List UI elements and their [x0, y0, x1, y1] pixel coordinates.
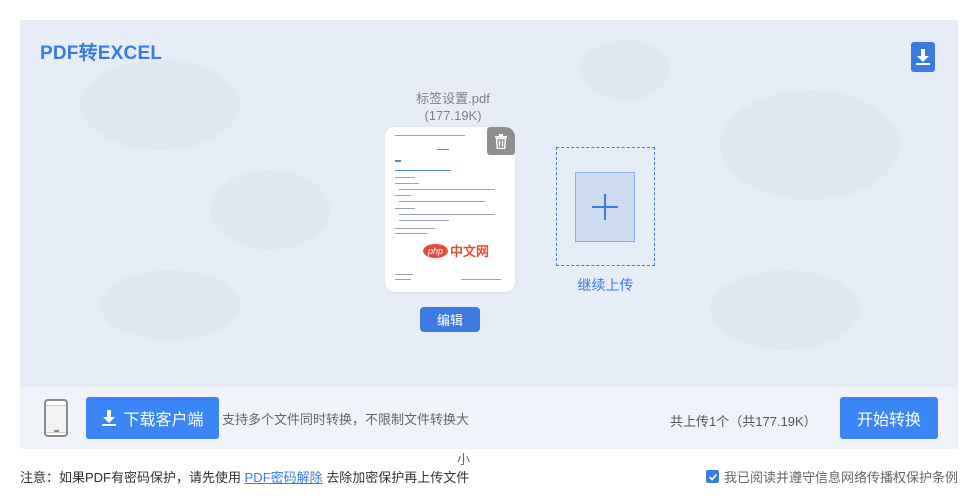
- notice-prefix: 注意：如果PDF有密码保护，请先使用: [20, 470, 242, 485]
- start-convert-button[interactable]: 开始转换: [840, 397, 938, 439]
- file-size: (177.19K): [424, 108, 482, 123]
- download-icon[interactable]: [911, 42, 935, 72]
- upload-panel: PDF转EXCEL 标签设置.pdf (177.19K) php 中文网 编辑: [20, 20, 958, 387]
- mobile-phone-icon: [44, 399, 68, 437]
- page-title: PDF转EXCEL: [40, 43, 163, 64]
- watermark-logo: php 中文网: [423, 241, 489, 260]
- checkmark-icon: [708, 473, 717, 481]
- add-more-upload-box[interactable]: [556, 147, 655, 266]
- agreement-text: 我已阅读并遵守信息网络传播权保护条例: [724, 470, 959, 485]
- download-icon: [102, 410, 117, 426]
- background-texture: [80, 60, 240, 150]
- background-texture: [720, 90, 900, 200]
- file-info: 标签设置.pdf (177.19K): [385, 90, 521, 124]
- background-texture: [210, 170, 330, 250]
- download-client-button[interactable]: 下载客户端: [86, 397, 219, 439]
- support-text-wrap: 小: [457, 452, 471, 467]
- password-notice: 注意：如果PDF有密码保护，请先使用 PDF密码解除 去除加密保护再上传文件: [20, 467, 469, 486]
- add-more-label[interactable]: 继续上传: [556, 275, 655, 295]
- trash-icon: [495, 133, 507, 149]
- background-texture: [580, 40, 670, 100]
- upload-count: 共上传1个（共177.19K）: [670, 414, 817, 429]
- action-bar: 下载客户端 支持多个文件同时转换，不限制文件转换大 小 共上传1个（共177.1…: [20, 387, 958, 467]
- delete-button[interactable]: [487, 127, 515, 155]
- edit-button[interactable]: 编辑: [420, 307, 480, 332]
- file-thumbnail[interactable]: php 中文网: [385, 127, 515, 292]
- background-texture: [100, 270, 240, 340]
- file-name: 标签设置.pdf: [416, 91, 490, 106]
- support-text: 支持多个文件同时转换，不限制文件转换大: [222, 412, 470, 427]
- download-client-label: 下载客户端: [123, 412, 204, 429]
- agreement-checkbox[interactable]: [706, 470, 719, 483]
- agreement[interactable]: 我已阅读并遵守信息网络传播权保护条例: [706, 467, 958, 486]
- pdf-password-remove-link[interactable]: PDF密码解除: [245, 470, 323, 485]
- plus-icon[interactable]: [575, 172, 635, 242]
- background-texture: [710, 270, 860, 350]
- notice-suffix: 去除加密保护再上传文件: [326, 470, 470, 485]
